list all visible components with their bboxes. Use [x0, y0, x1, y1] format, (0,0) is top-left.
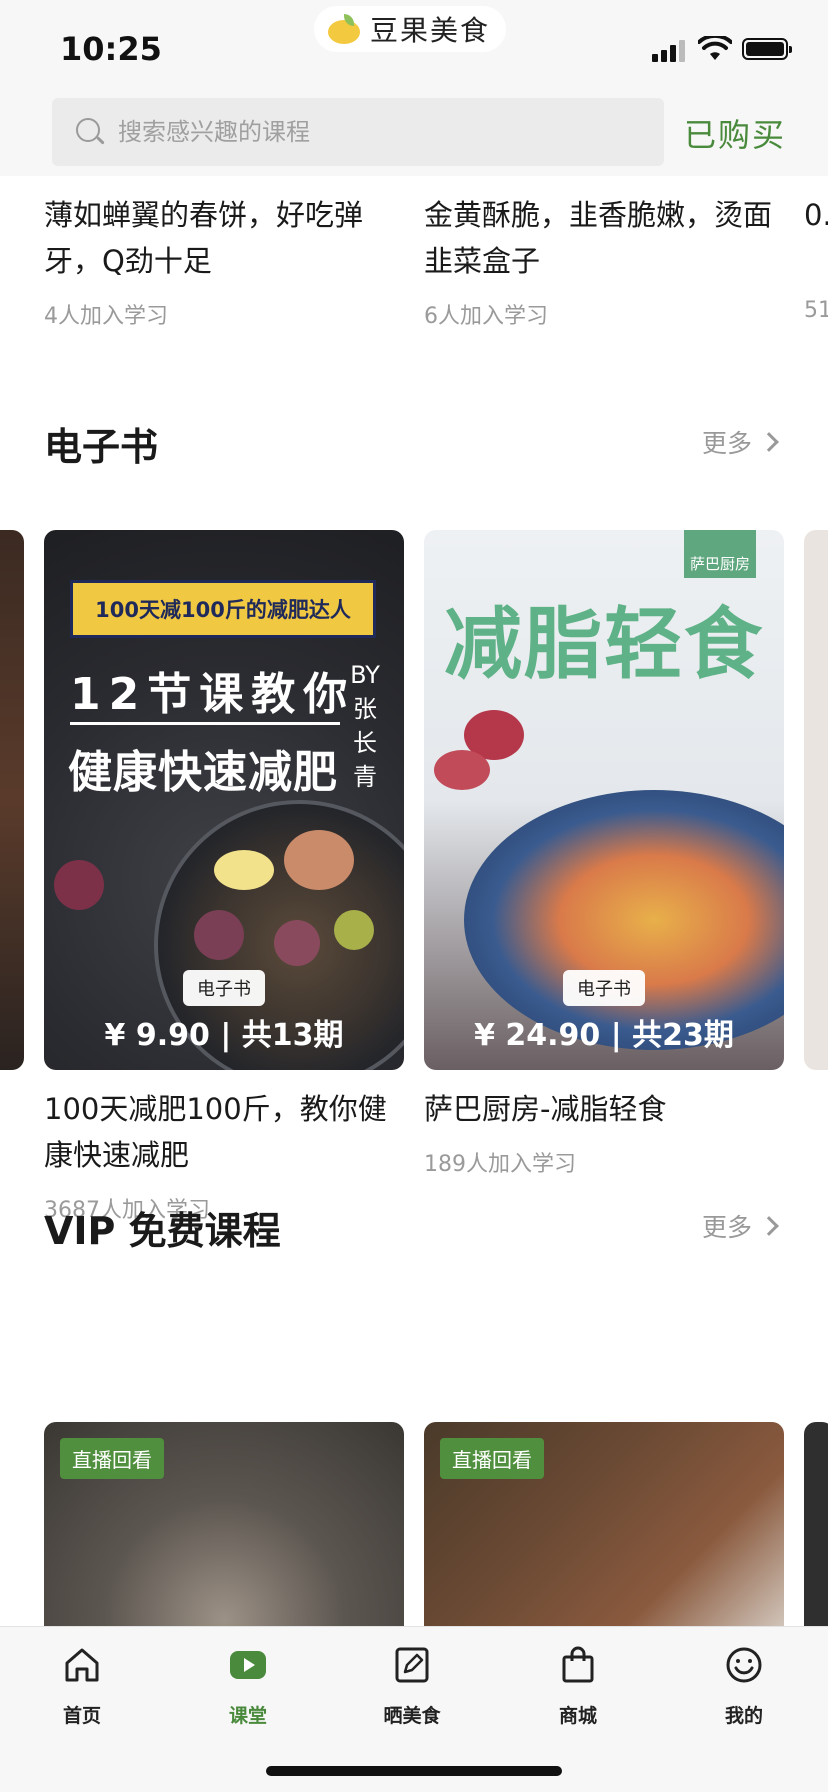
ebook-cover[interactable]: 100天减100斤的减肥达人 12节课教你 健康快速减肥 BY张长青 电子书 ¥… — [44, 530, 404, 1070]
ebook-meta: 189人加入学习 — [424, 1152, 576, 1177]
app-indicator-pill[interactable]: 豆果美食 — [314, 6, 507, 52]
ebook-tag: 电子书 — [183, 970, 265, 1006]
ebook-cover-title: 减脂轻食 — [444, 600, 765, 690]
tab-label: 晒美食 — [383, 1705, 441, 1727]
ebook-cover[interactable]: 萨巴厨房 减脂轻食 电子书 ¥ 24.90 | 共23期 — [424, 530, 784, 1070]
course-card[interactable]: 金黄酥脆，韭香脆嫩，烫面韭菜盒子 6人加入学习 — [424, 192, 784, 330]
home-icon — [65, 1648, 99, 1682]
chevron-right-icon — [759, 432, 779, 452]
more-label: 更多 — [702, 429, 753, 458]
smiley-icon — [726, 1647, 762, 1683]
vip-more-link[interactable]: 更多 — [702, 1208, 779, 1244]
app-name: 豆果美食 — [370, 14, 491, 47]
play-icon — [230, 1651, 266, 1679]
ebook-title: 萨巴厨房-减脂轻食 — [424, 1092, 667, 1126]
replay-tag: 直播回看 — [440, 1438, 544, 1479]
search-input[interactable] — [118, 118, 618, 146]
ebook-card[interactable]: 100天减100斤的减肥达人 12节课教你 健康快速减肥 BY张长青 电子书 ¥… — [44, 530, 404, 1224]
course-title: 0.5斤 — [804, 198, 828, 232]
ebook-cover-badge: 100天减100斤的减肥达人 — [70, 580, 376, 638]
vip-course-card[interactable]: 直播回看 — [424, 1422, 784, 1626]
ebook-title: 100天减肥100斤，教你健康快速减肥 — [44, 1092, 387, 1172]
tab-label: 首页 — [62, 1705, 101, 1727]
main-content[interactable]: 薄如蝉翼的春饼，好吃弹牙，Q劲十足 4人加入学习 金黄酥脆，韭香脆嫩，烫面韭菜盒… — [0, 176, 828, 1626]
tab-classroom[interactable]: 课堂 — [198, 1645, 298, 1728]
tab-profile[interactable]: 我的 — [694, 1645, 794, 1728]
course-meta: 51 — [804, 298, 828, 323]
cellular-signal-icon — [652, 40, 685, 62]
food-meat-illustration — [284, 830, 354, 890]
battery-icon — [742, 38, 792, 60]
tab-label: 课堂 — [228, 1705, 267, 1727]
cover-divider — [70, 722, 340, 725]
ebook-cover-subheadline: 健康快速减肥 — [68, 747, 338, 798]
ebook-card[interactable]: 萨巴厨房 减脂轻食 电子书 ¥ 24.90 | 共23期 萨巴厨房-减脂轻食 1… — [424, 530, 784, 1178]
food-fig-illustration — [274, 920, 320, 966]
tab-mall[interactable]: 商城 — [528, 1645, 628, 1728]
vip-section-title: VIP 免费课程 — [44, 1209, 281, 1253]
ebook-cover-partial[interactable] — [804, 530, 828, 1070]
status-bar: 10:25 豆果美食 — [0, 0, 828, 96]
course-meta: 4人加入学习 — [44, 304, 168, 329]
food-egg-illustration — [214, 850, 274, 890]
search-icon — [76, 118, 105, 146]
home-indicator[interactable] — [266, 1766, 562, 1776]
tab-share-food[interactable]: 晒美食 — [362, 1645, 462, 1728]
course-title: 金黄酥脆，韭香脆嫩，烫面韭菜盒子 — [424, 198, 773, 278]
course-meta: 6人加入学习 — [424, 304, 548, 329]
course-card[interactable]: 0.5斤 51 — [804, 192, 828, 323]
search-box[interactable] — [52, 98, 664, 166]
ebook-section-title: 电子书 — [44, 425, 159, 469]
shopping-bag-icon — [562, 1646, 594, 1683]
status-time: 10:25 — [60, 30, 162, 68]
tab-home[interactable]: 首页 — [32, 1645, 132, 1728]
food-fig-illustration — [54, 860, 104, 910]
food-olive-illustration — [334, 910, 374, 950]
vip-course-card[interactable]: 直播回看 — [44, 1422, 404, 1626]
replay-tag: 直播回看 — [60, 1438, 164, 1479]
ebook-cover-headline: 12节课教你 — [70, 669, 356, 720]
search-header: 已购买 — [0, 96, 828, 176]
ebook-cover-partial[interactable] — [0, 530, 24, 1070]
ebook-cover-logo: 萨巴厨房 — [684, 530, 756, 578]
more-label: 更多 — [702, 1213, 753, 1242]
tab-label: 商城 — [558, 1705, 597, 1727]
ebook-price: ¥ 24.90 | 共23期 — [474, 1018, 734, 1053]
app-logo-icon — [326, 14, 360, 44]
purchased-link[interactable]: 已购买 — [684, 110, 786, 156]
chevron-right-icon — [759, 1216, 779, 1236]
course-title: 薄如蝉翼的春饼，好吃弹牙，Q劲十足 — [44, 198, 364, 278]
ebook-price: ¥ 9.90 | 共13期 — [104, 1018, 344, 1053]
course-card[interactable]: 薄如蝉翼的春饼，好吃弹牙，Q劲十足 4人加入学习 — [44, 192, 404, 330]
wifi-icon — [698, 36, 732, 60]
food-fig-illustration — [194, 910, 244, 960]
edit-icon — [395, 1647, 429, 1683]
food-fig-illustration — [434, 750, 490, 790]
ebook-more-link[interactable]: 更多 — [702, 424, 779, 460]
vip-course-card-partial[interactable] — [804, 1422, 828, 1626]
ebook-cover-author: BY张长青 — [350, 661, 380, 791]
ebook-tag: 电子书 — [563, 970, 645, 1006]
tab-label: 我的 — [724, 1705, 763, 1727]
